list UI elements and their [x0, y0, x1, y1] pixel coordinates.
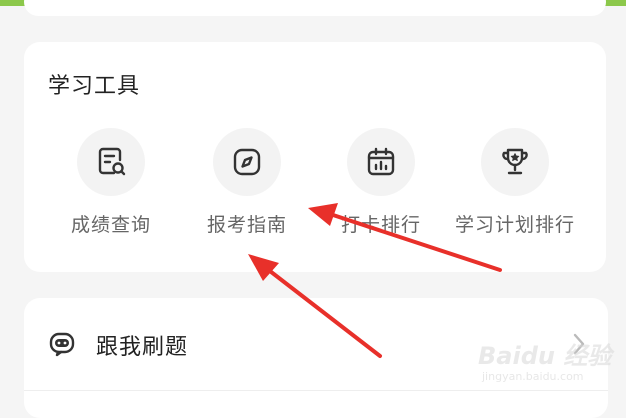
- tool-label: 打卡排行: [340, 214, 421, 236]
- divider: [24, 390, 608, 391]
- tool-exam-guide[interactable]: 报考指南: [172, 128, 322, 248]
- study-tools-card: 学习工具 成绩查询 报考指南 打卡排行 学习计划排行: [24, 42, 606, 272]
- watermark-brand: Baidu 经验: [478, 342, 612, 370]
- tool-score-query[interactable]: 成绩查询: [36, 128, 186, 248]
- score-search-icon: [77, 128, 145, 196]
- tool-label: 学习计划排行: [454, 214, 575, 236]
- robot-chat-icon: [49, 332, 75, 357]
- trophy-icon: [481, 128, 549, 196]
- baidu-watermark: Baidu 经验 jingyan.baidu.com: [478, 330, 618, 390]
- practice-label: 跟我刷题: [96, 335, 189, 360]
- compass-icon: [213, 128, 281, 196]
- top-card: [24, 0, 606, 16]
- watermark-url: jingyan.baidu.com: [482, 370, 584, 383]
- tool-checkin-ranking[interactable]: 打卡排行: [306, 128, 456, 248]
- tool-study-plan-ranking[interactable]: 学习计划排行: [440, 128, 590, 248]
- tool-label: 报考指南: [206, 214, 287, 236]
- calendar-chart-icon: [347, 128, 415, 196]
- study-tools-title: 学习工具: [48, 74, 141, 99]
- tool-label: 成绩查询: [70, 214, 151, 236]
